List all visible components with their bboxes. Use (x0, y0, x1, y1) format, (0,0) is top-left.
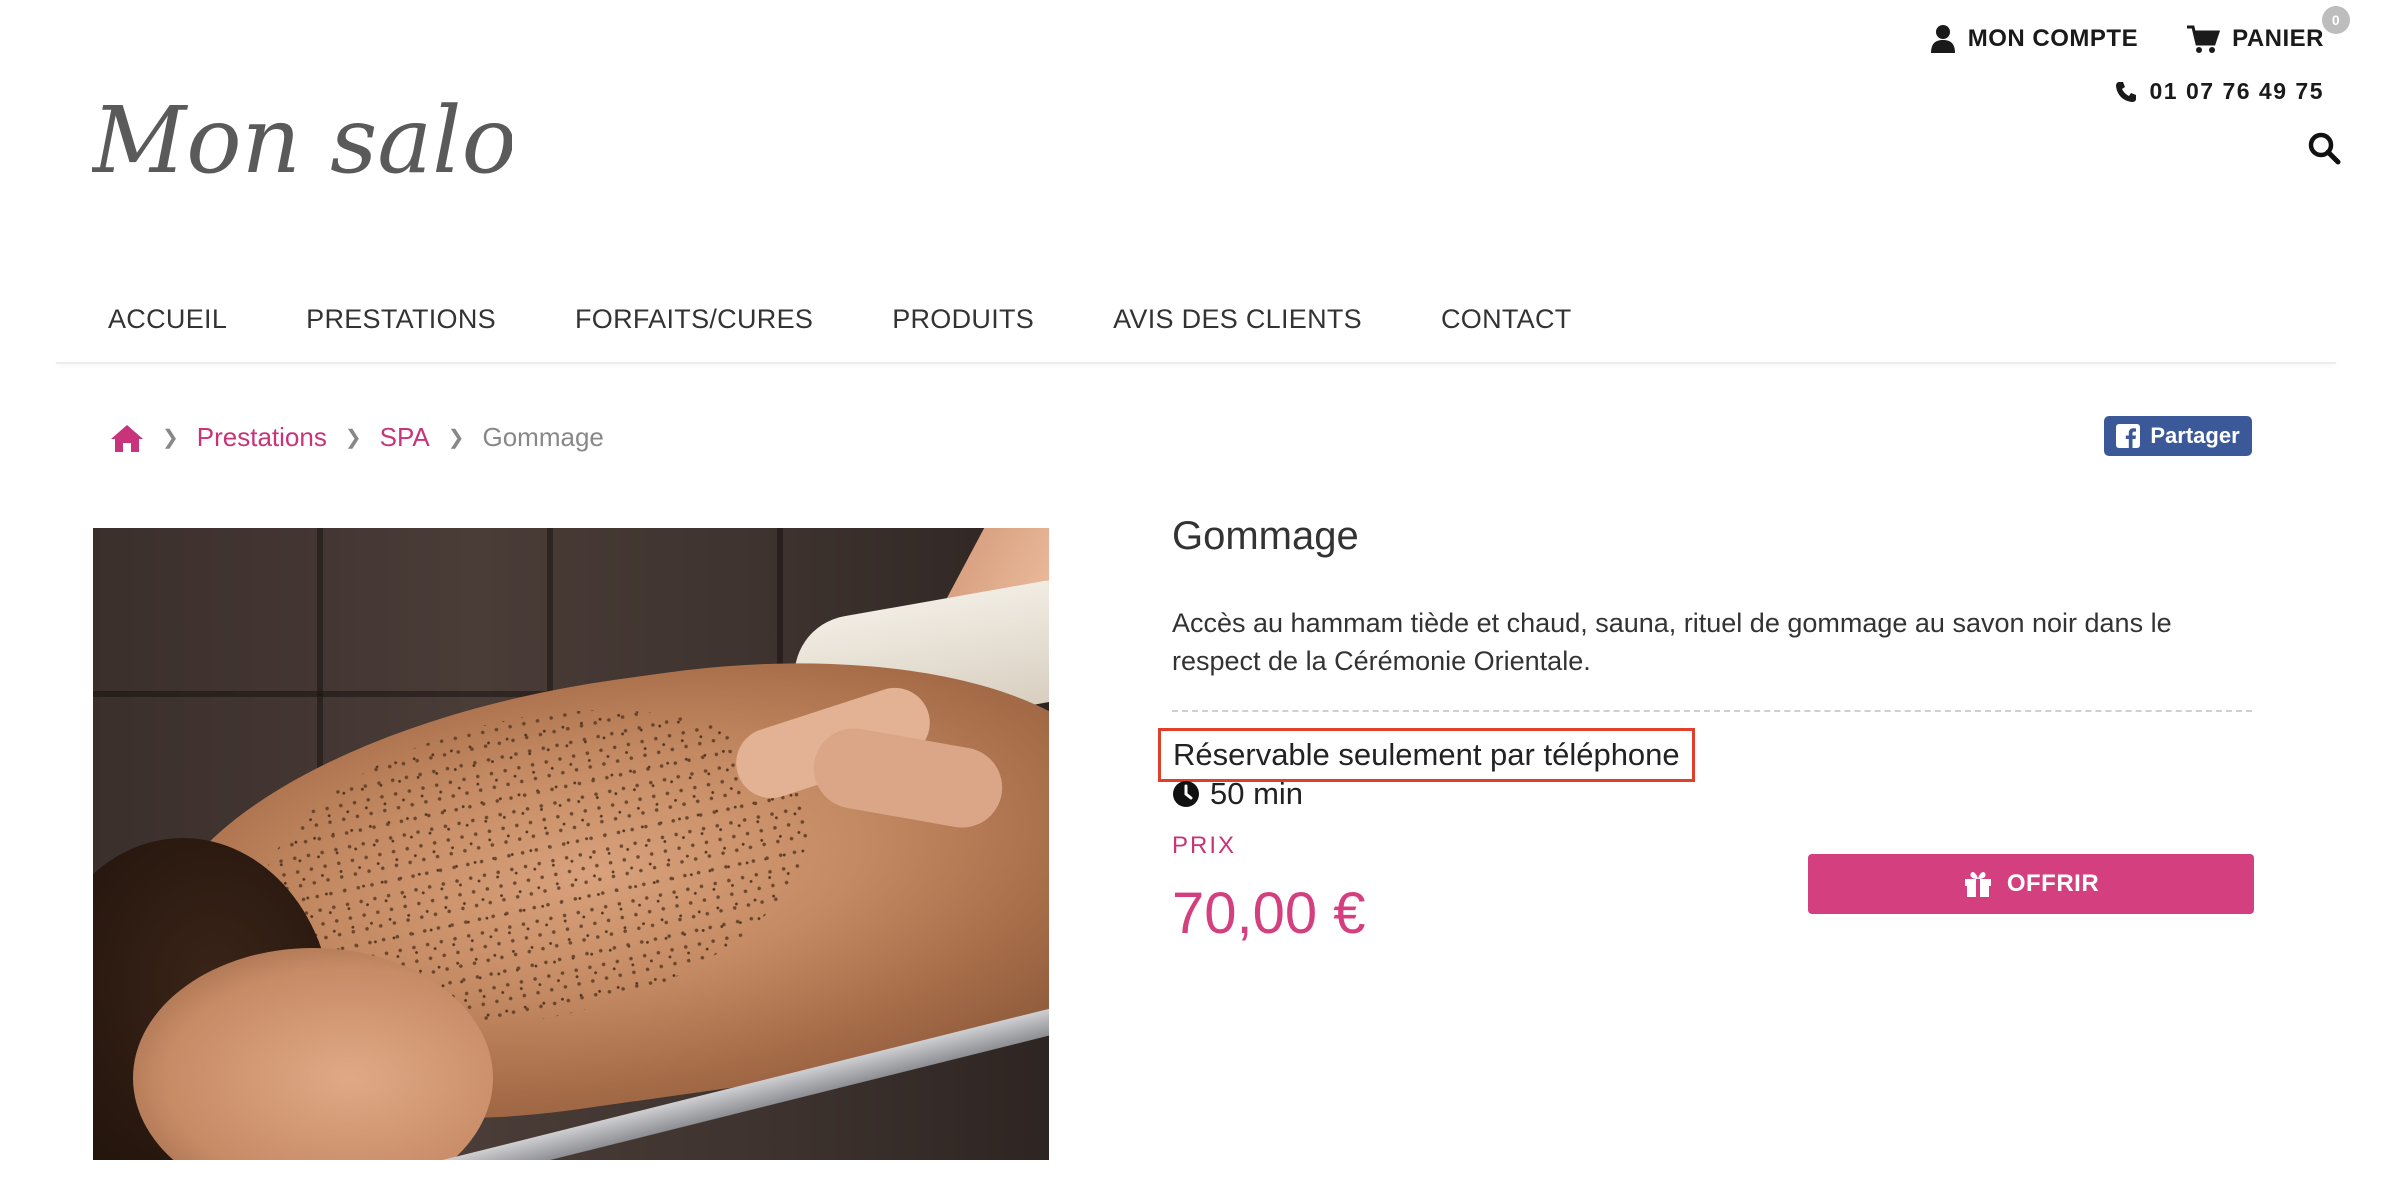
search-icon[interactable] (2306, 130, 2342, 166)
info-divider (1172, 710, 2252, 712)
nav-item-contact[interactable]: CONTACT (1441, 304, 1572, 335)
breadcrumb-prestations[interactable]: Prestations (197, 422, 327, 453)
cart-icon (2187, 25, 2221, 53)
duration: 50 min (1172, 776, 1303, 812)
nav-divider (56, 362, 2336, 364)
price-label: PRIX (1172, 832, 1237, 859)
header-phone[interactable]: 01 07 76 49 75 (2114, 78, 2324, 105)
chevron-right-icon: ❯ (344, 427, 362, 449)
cart-label: PANIER (2232, 25, 2324, 52)
account-link[interactable]: MON COMPTE (1930, 24, 2138, 54)
booking-note: Réservable seulement par téléphone (1158, 728, 1695, 782)
nav-item-produits[interactable]: PRODUITS (892, 304, 1034, 335)
breadcrumb: ❯ Prestations ❯ SPA ❯ Gommage (110, 422, 604, 453)
nav-item-forfaits-cures[interactable]: FORFAITS/CURES (575, 304, 813, 335)
share-label: Partager (2150, 423, 2240, 448)
phone-number: 01 07 76 49 75 (2149, 78, 2324, 104)
offer-label: OFFRIR (2006, 870, 2100, 897)
breadcrumb-current: Gommage (482, 422, 604, 452)
clock-icon (1173, 781, 1199, 807)
facebook-icon (2116, 424, 2141, 448)
product-title: Gommage (1172, 514, 1359, 558)
facebook-share-button[interactable]: Partager (2104, 416, 2252, 456)
nav-item-prestations[interactable]: PRESTATIONS (306, 304, 496, 335)
nav-item-accueil[interactable]: ACCUEIL (108, 304, 227, 335)
main-nav: ACCUEIL PRESTATIONS FORFAITS/CURES PRODU… (108, 304, 1572, 335)
home-icon[interactable] (110, 423, 144, 453)
phone-icon (2115, 81, 2136, 102)
brand-logo-text: Mon salon (92, 87, 512, 194)
product-description: Accès au hammam tiède et chaud, sauna, r… (1172, 608, 2172, 676)
chevron-right-icon: ❯ (162, 427, 179, 449)
chevron-right-icon: ❯ (447, 427, 465, 449)
offer-button[interactable]: OFFRIR (1808, 854, 2254, 914)
duration-value: 50 min (1210, 776, 1304, 811)
breadcrumb-spa[interactable]: SPA (380, 422, 430, 453)
cart-count-badge: 0 (2322, 6, 2350, 34)
brand-logo[interactable]: Mon salon (92, 60, 512, 210)
product-image (93, 528, 1049, 1160)
top-actions: MON COMPTE PANIER 0 (1930, 6, 2350, 54)
user-icon (1930, 25, 1955, 53)
account-label: MON COMPTE (1967, 25, 2139, 52)
product-price: 70,00 € (1172, 881, 1366, 946)
cart-link[interactable]: PANIER 0 (2186, 6, 2350, 54)
gift-icon (1964, 871, 1991, 897)
nav-item-avis-des-clients[interactable]: AVIS DES CLIENTS (1113, 304, 1362, 335)
